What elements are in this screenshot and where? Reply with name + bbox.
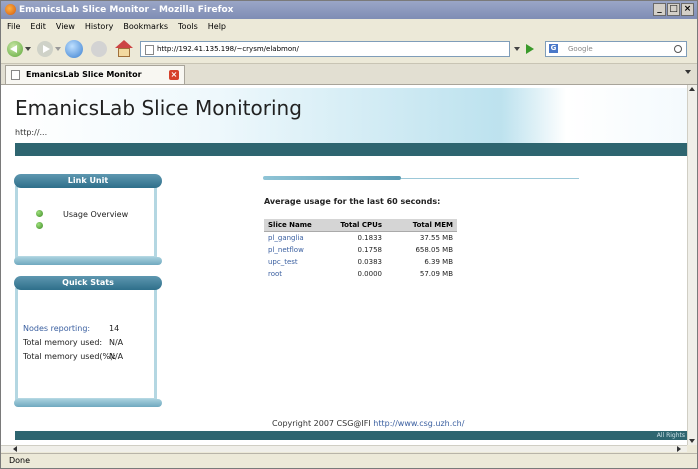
- back-button[interactable]: [7, 41, 23, 57]
- scroll-left-icon[interactable]: [13, 446, 17, 452]
- tab-page-icon: [11, 70, 20, 80]
- stop-button[interactable]: [91, 41, 107, 57]
- quick-stats-panel: Quick Stats Nodes reporting: 14 Total me…: [14, 276, 162, 407]
- rights-text: All Rights: [656, 432, 685, 439]
- mem-cell: 6.39 MB: [424, 258, 453, 266]
- window-title: EmanicsLab Slice Monitor - Mozilla Firef…: [19, 5, 234, 15]
- bullet-icon: [36, 222, 43, 229]
- tab-label: EmanicsLab Slice Monitor: [26, 70, 142, 79]
- menu-history[interactable]: History: [85, 19, 113, 35]
- scroll-up-icon[interactable]: [689, 87, 695, 91]
- copyright-text: Copyright 2007 CSG@IFI http://www.csg.uz…: [272, 419, 465, 428]
- status-text: Done: [9, 456, 31, 465]
- content-header-bar: [263, 176, 579, 180]
- scroll-down-icon[interactable]: [689, 439, 695, 443]
- page-content: EmanicsLab Slice Monitoring http://... L…: [1, 85, 687, 445]
- menu-edit[interactable]: Edit: [30, 19, 46, 35]
- usage-overview-link[interactable]: Usage Overview: [63, 210, 128, 219]
- menu-file[interactable]: File: [7, 19, 20, 35]
- title-bar: EmanicsLab Slice Monitor - Mozilla Firef…: [1, 1, 697, 19]
- go-button[interactable]: [526, 44, 534, 54]
- table-row: root 0.0000 57.09 MB: [264, 268, 457, 280]
- close-button[interactable]: ×: [681, 3, 694, 16]
- page-icon: [145, 45, 154, 55]
- slice-name-link[interactable]: pl_ganglia: [264, 232, 330, 245]
- page-title: EmanicsLab Slice Monitoring: [15, 96, 302, 120]
- menu-tools[interactable]: Tools: [178, 19, 198, 35]
- search-input[interactable]: G Google: [545, 41, 687, 57]
- cpu-cell: 0.1833: [357, 234, 383, 242]
- menu-bar: File Edit View History Bookmarks Tools H…: [1, 19, 697, 35]
- cpu-cell: 0.0383: [357, 258, 383, 266]
- stat-row: Nodes reporting: 14: [23, 324, 119, 333]
- table-row: upc_test 0.0383 6.39 MB: [264, 256, 457, 268]
- tab-close-icon[interactable]: ×: [169, 70, 179, 80]
- status-bar: Done: [1, 453, 697, 468]
- stat-label: Total memory used:: [23, 338, 103, 347]
- usage-heading: Average usage for the last 60 seconds:: [264, 197, 441, 206]
- maximize-button[interactable]: □: [667, 3, 680, 16]
- horizontal-scrollbar[interactable]: [1, 445, 687, 452]
- reload-button[interactable]: [65, 40, 83, 58]
- footer-bar: All Rights: [15, 431, 687, 440]
- site-header: EmanicsLab Slice Monitoring http://...: [15, 88, 687, 144]
- nodes-reporting-link[interactable]: Nodes reporting:: [23, 324, 90, 333]
- browser-window: EmanicsLab Slice Monitor - Mozilla Firef…: [0, 0, 698, 469]
- cpu-cell: 0.0000: [357, 270, 383, 278]
- tab-strip: EmanicsLab Slice Monitor ×: [1, 64, 697, 85]
- search-engine-icon[interactable]: G: [549, 44, 558, 53]
- quick-stats-header: Quick Stats: [14, 276, 162, 290]
- column-header: Total MEM: [386, 219, 457, 232]
- forward-history-dropdown-icon[interactable]: [55, 47, 61, 51]
- search-placeholder: Google: [568, 45, 593, 53]
- menu-view[interactable]: View: [56, 19, 75, 35]
- slice-name-link[interactable]: pl_netflow: [264, 244, 330, 256]
- slice-name-link[interactable]: upc_test: [264, 256, 330, 268]
- table-row: pl_netflow 0.1758 658.05 MB: [264, 244, 457, 256]
- mem-cell: 57.09 MB: [419, 270, 453, 278]
- stat-label: Total memory used(%):: [23, 352, 116, 361]
- slice-name-link[interactable]: root: [264, 268, 330, 280]
- link-unit-panel: Link Unit Usage Overview: [14, 174, 162, 265]
- csg-link[interactable]: http://www.csg.uzh.ch/: [373, 419, 464, 428]
- link-unit-header: Link Unit: [14, 174, 162, 188]
- stat-row: Total memory used(%): N/A: [23, 352, 123, 361]
- table-header-row: Slice Name Total CPUs Total MEM: [264, 219, 457, 232]
- url-bar[interactable]: http://192.41.135.198/~crysm/elabmon/: [140, 41, 510, 57]
- header-bar: [15, 143, 687, 156]
- site-url-text: http://...: [15, 128, 48, 137]
- home-button[interactable]: [115, 40, 133, 57]
- stat-row: Total memory used: N/A: [23, 338, 123, 347]
- search-icon[interactable]: [674, 45, 682, 53]
- firefox-icon: [5, 4, 16, 15]
- cpu-cell: 0.1758: [357, 246, 383, 254]
- navigation-toolbar: http://192.41.135.198/~crysm/elabmon/ G …: [1, 35, 697, 64]
- stat-value: N/A: [109, 352, 124, 361]
- stat-value: N/A: [109, 338, 124, 347]
- table-row: pl_ganglia 0.1833 37.55 MB: [264, 232, 457, 245]
- tab-list-dropdown-icon[interactable]: [685, 70, 691, 74]
- slice-usage-table: Slice Name Total CPUs Total MEM pl_gangl…: [264, 219, 457, 280]
- scroll-right-icon[interactable]: [677, 446, 681, 452]
- back-history-dropdown-icon[interactable]: [25, 47, 31, 51]
- url-dropdown-icon[interactable]: [514, 47, 520, 51]
- bullet-icon: [36, 210, 43, 217]
- url-text: http://192.41.135.198/~crysm/elabmon/: [157, 45, 299, 53]
- vertical-scrollbar[interactable]: [687, 85, 697, 445]
- column-header: Total CPUs: [330, 219, 386, 232]
- stat-value: 14: [109, 324, 120, 333]
- menu-bookmarks[interactable]: Bookmarks: [123, 19, 168, 35]
- forward-button[interactable]: [37, 41, 53, 57]
- minimize-button[interactable]: _: [653, 3, 666, 16]
- mem-cell: 37.55 MB: [419, 234, 453, 242]
- column-header: Slice Name: [264, 219, 330, 232]
- menu-help[interactable]: Help: [208, 19, 226, 35]
- mem-cell: 658.05 MB: [415, 246, 453, 254]
- tab-slice-monitor[interactable]: EmanicsLab Slice Monitor ×: [5, 65, 185, 84]
